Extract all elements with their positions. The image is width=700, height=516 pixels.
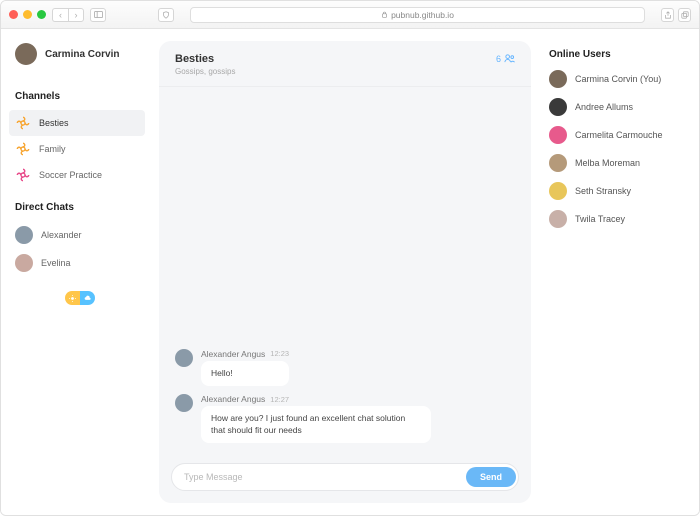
sidebar: Carmina Corvin Channels Besties Family Soc… [1, 29, 151, 515]
online-user-name: Twila Tracey [575, 214, 625, 224]
sidebar-icon [94, 11, 103, 18]
online-user-item[interactable]: Carmina Corvin (You) [549, 70, 685, 88]
browser-window: ‹ › pubnub.github.io Carmina C [0, 0, 700, 516]
avatar [15, 43, 37, 65]
tabs-icon [681, 11, 689, 19]
direct-chats-heading: Direct Chats [15, 202, 145, 213]
online-user-name: Melba Moreman [575, 158, 640, 168]
channel-item[interactable]: Besties [9, 110, 145, 136]
channels-heading: Channels [15, 91, 145, 102]
avatar [549, 154, 567, 172]
direct-chats-list: Alexander Evelina [15, 221, 145, 277]
app-content: Carmina Corvin Channels Besties Family Soc… [1, 29, 699, 515]
online-users-list: Carmina Corvin (You) Andree Allums Carmeli… [549, 70, 685, 228]
chat-subtitle: Gossips, gossips [175, 67, 235, 76]
chat-card: Besties Gossips, gossips 6 Alexander Ang… [159, 41, 531, 503]
member-count[interactable]: 6 [496, 53, 515, 64]
shield-icon [162, 11, 170, 19]
members-icon [504, 53, 515, 64]
avatar [549, 126, 567, 144]
avatar [549, 182, 567, 200]
channel-name: Soccer Practice [39, 170, 102, 180]
online-user-item[interactable]: Melba Moreman [549, 154, 685, 172]
online-user-name: Carmelita Carmouche [575, 130, 663, 140]
zoom-icon[interactable] [37, 10, 46, 19]
channels-list: Besties Family Soccer Practice [15, 110, 145, 188]
window-controls [9, 10, 46, 19]
message-bubble: Hello! [201, 361, 289, 386]
online-user-item[interactable]: Seth Stransky [549, 182, 685, 200]
message-author: Alexander Angus [201, 394, 265, 404]
channel-item[interactable]: Soccer Practice [9, 162, 145, 188]
theme-toggle[interactable] [65, 291, 95, 305]
channel-name: Besties [39, 118, 69, 128]
share-button[interactable] [661, 8, 674, 22]
url-text: pubnub.github.io [391, 10, 454, 20]
forward-button[interactable]: › [68, 8, 84, 22]
chat-header: Besties Gossips, gossips 6 [159, 41, 531, 87]
online-user-name: Andree Allums [575, 102, 633, 112]
avatar [549, 210, 567, 228]
avatar [549, 98, 567, 116]
message-row: Alexander Angus 12:27 How are you? I just … [175, 394, 515, 443]
avatar [175, 394, 193, 412]
direct-chat-name: Alexander [41, 230, 82, 240]
channel-icon [15, 167, 31, 183]
sidebar-toggle-button[interactable] [90, 8, 106, 22]
current-user[interactable]: Carmina Corvin [15, 43, 145, 65]
online-user-item[interactable]: Carmelita Carmouche [549, 126, 685, 144]
sun-icon [69, 295, 76, 302]
url-bar[interactable]: pubnub.github.io [190, 7, 645, 23]
privacy-button[interactable] [158, 8, 174, 22]
channel-icon [15, 115, 31, 131]
tabs-button[interactable] [678, 8, 691, 22]
avatar [549, 70, 567, 88]
avatar [15, 254, 33, 272]
back-button[interactable]: ‹ [52, 8, 68, 22]
online-user-item[interactable]: Andree Allums [549, 98, 685, 116]
nav-back-forward: ‹ › [52, 8, 84, 22]
member-count-value: 6 [496, 54, 501, 64]
lock-icon [381, 11, 388, 18]
online-user-name: Seth Stransky [575, 186, 631, 196]
compose-area: Send [159, 453, 531, 503]
direct-chat-name: Evelina [41, 258, 71, 268]
messages-list: Alexander Angus12:23Hello!Alexander Angu… [159, 87, 531, 453]
share-icon [664, 11, 672, 19]
minimize-icon[interactable] [23, 10, 32, 19]
channel-name: Family [39, 144, 66, 154]
chat-title: Besties [175, 53, 235, 65]
channel-item[interactable]: Family [9, 136, 145, 162]
send-button[interactable]: Send [466, 467, 516, 487]
channel-icon [15, 141, 31, 157]
chat-panel: Besties Gossips, gossips 6 Alexander Ang… [151, 29, 539, 515]
avatar [175, 349, 193, 367]
titlebar: ‹ › pubnub.github.io [1, 1, 699, 29]
message-input-bar: Send [171, 463, 519, 491]
message-time: 12:23 [270, 349, 289, 358]
cloud-icon [84, 295, 91, 302]
message-row: Alexander Angus 12:23 Hello! [175, 349, 515, 386]
message-bubble: How are you? I just found an excellent c… [201, 406, 431, 443]
direct-chat-item[interactable]: Evelina [15, 249, 145, 277]
avatar [15, 226, 33, 244]
message-author: Alexander Angus [201, 349, 265, 359]
message-time: 12:27 [270, 395, 289, 404]
direct-chat-item[interactable]: Alexander [15, 221, 145, 249]
online-panel: Online Users Carmina Corvin (You) Andree … [539, 29, 699, 515]
close-icon[interactable] [9, 10, 18, 19]
current-user-name: Carmina Corvin [45, 49, 119, 60]
message-input[interactable] [184, 472, 466, 482]
online-user-name: Carmina Corvin (You) [575, 74, 661, 84]
online-user-item[interactable]: Twila Tracey [549, 210, 685, 228]
online-users-heading: Online Users [549, 49, 685, 60]
